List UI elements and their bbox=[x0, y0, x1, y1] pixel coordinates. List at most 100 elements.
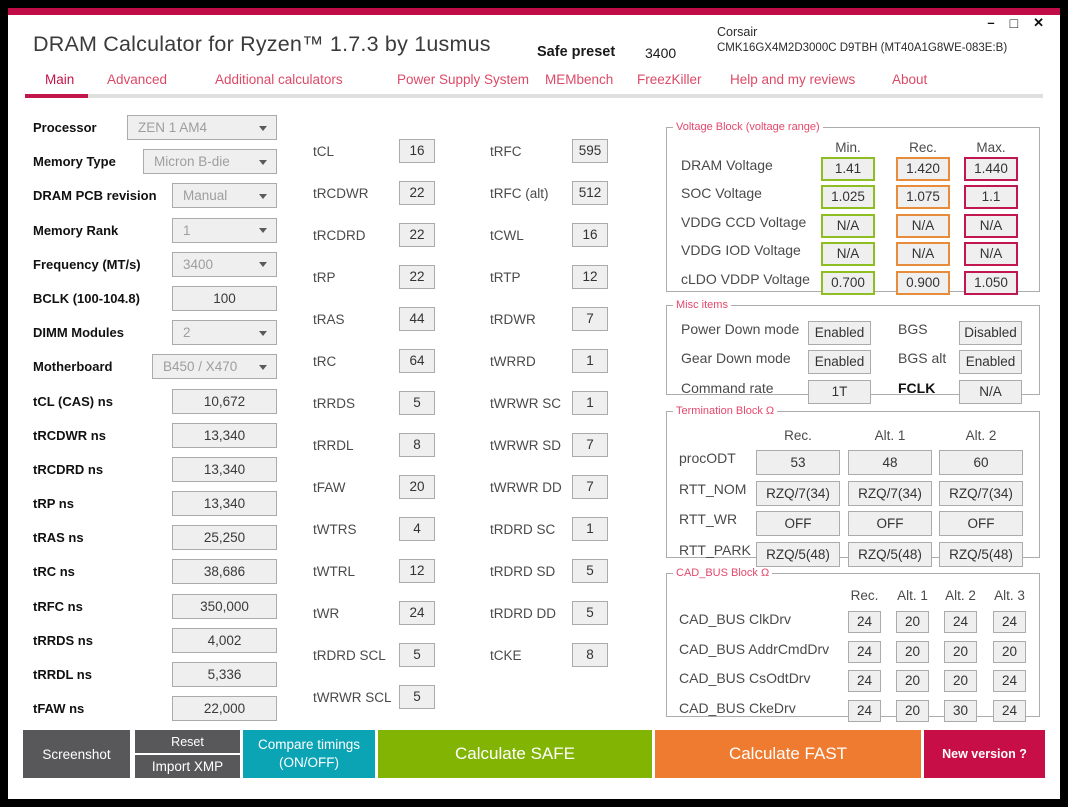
tcwl-input[interactable]: 16 bbox=[572, 223, 608, 247]
twrrd-input[interactable]: 1 bbox=[572, 349, 608, 373]
clkdrv-alt2[interactable]: 24 bbox=[944, 611, 977, 633]
tcke-input[interactable]: 8 bbox=[572, 643, 608, 667]
reset-button[interactable]: Reset bbox=[135, 730, 240, 753]
rtt-wr-rec[interactable]: OFF bbox=[756, 511, 840, 536]
import-xmp-button[interactable]: Import XMP bbox=[135, 755, 240, 778]
procodt-rec[interactable]: 53 bbox=[756, 450, 840, 475]
maximize-icon[interactable]: □ bbox=[1010, 14, 1018, 32]
rtt-nom-alt2[interactable]: RZQ/7(34) bbox=[939, 481, 1023, 506]
rtt-park-alt2[interactable]: RZQ/5(48) bbox=[939, 542, 1023, 567]
rtt-nom-alt1[interactable]: RZQ/7(34) bbox=[848, 481, 932, 506]
addrcmddrv-rec[interactable]: 24 bbox=[848, 641, 881, 663]
tcl-input[interactable]: 16 bbox=[399, 139, 435, 163]
dimm-modules-select[interactable]: 2 bbox=[172, 320, 277, 346]
dram-voltage-rec[interactable]: 1.420 bbox=[896, 157, 950, 181]
cldo-vddp-min[interactable]: 0.700 bbox=[821, 271, 875, 295]
tab-membench[interactable]: MEMbench bbox=[545, 72, 613, 87]
tcl-ns-input[interactable]: 10,672 bbox=[172, 388, 277, 414]
csodtdrv-rec[interactable]: 24 bbox=[848, 670, 881, 692]
trc-ns-input[interactable]: 38,686 bbox=[172, 559, 277, 585]
addrcmddrv-alt1[interactable]: 20 bbox=[896, 641, 929, 663]
screenshot-button[interactable]: Screenshot bbox=[23, 730, 130, 778]
twtrs-input[interactable]: 4 bbox=[399, 517, 435, 541]
compare-timings-button[interactable]: Compare timings (ON/OFF) bbox=[243, 730, 375, 778]
twr-input[interactable]: 24 bbox=[399, 601, 435, 625]
twrwr-sc-input[interactable]: 1 bbox=[572, 391, 608, 415]
calculate-fast-button[interactable]: Calculate FAST bbox=[655, 730, 921, 778]
trcdrd-ns-input[interactable]: 13,340 bbox=[172, 456, 277, 482]
memory-rank-select[interactable]: 1 bbox=[172, 217, 277, 243]
trtp-input[interactable]: 12 bbox=[572, 265, 608, 289]
cldo-vddp-rec[interactable]: 0.900 bbox=[896, 271, 950, 295]
tab-additional-calculators[interactable]: Additional calculators bbox=[215, 72, 343, 87]
trrds-input[interactable]: 5 bbox=[399, 391, 435, 415]
vddg-ccd-max[interactable]: N/A bbox=[964, 214, 1018, 238]
trfc-alt-input[interactable]: 512 bbox=[572, 181, 608, 205]
trcdwr-ns-input[interactable]: 13,340 bbox=[172, 422, 277, 448]
frequency-select[interactable]: 3400 bbox=[172, 251, 277, 277]
tab-main[interactable]: Main bbox=[45, 72, 74, 87]
tab-help-and-reviews[interactable]: Help and my reviews bbox=[730, 72, 855, 87]
trdrd-dd-input[interactable]: 5 bbox=[572, 601, 608, 625]
ckedrv-alt1[interactable]: 20 bbox=[896, 700, 929, 722]
minimize-icon[interactable]: – bbox=[987, 14, 994, 32]
trdrd-sc-input[interactable]: 1 bbox=[572, 517, 608, 541]
tras-input[interactable]: 44 bbox=[399, 307, 435, 331]
vddg-ccd-rec[interactable]: N/A bbox=[896, 214, 950, 238]
trp-input[interactable]: 22 bbox=[399, 265, 435, 289]
memory-type-select[interactable]: Micron B-die bbox=[143, 149, 277, 175]
tab-freezkiller[interactable]: FreezKiller bbox=[637, 72, 702, 87]
soc-voltage-max[interactable]: 1.1 bbox=[964, 185, 1018, 209]
trp-ns-input[interactable]: 13,340 bbox=[172, 491, 277, 517]
twrwr-scl-input[interactable]: 5 bbox=[399, 685, 435, 709]
tab-about[interactable]: About bbox=[892, 72, 927, 87]
dram-voltage-max[interactable]: 1.440 bbox=[964, 157, 1018, 181]
dram-voltage-min[interactable]: 1.41 bbox=[821, 157, 875, 181]
calculate-safe-button[interactable]: Calculate SAFE bbox=[378, 730, 652, 778]
fclk-value[interactable]: N/A bbox=[959, 380, 1022, 404]
vddg-iod-max[interactable]: N/A bbox=[964, 242, 1018, 266]
bclk-input[interactable]: 100 bbox=[172, 285, 277, 311]
tras-ns-input[interactable]: 25,250 bbox=[172, 525, 277, 551]
tab-advanced[interactable]: Advanced bbox=[107, 72, 167, 87]
csodtdrv-alt2[interactable]: 20 bbox=[944, 670, 977, 692]
bgs-alt-value[interactable]: Enabled bbox=[959, 350, 1022, 374]
addrcmddrv-alt3[interactable]: 20 bbox=[993, 641, 1026, 663]
tab-power-supply-system[interactable]: Power Supply System bbox=[397, 72, 529, 87]
pcb-revision-select[interactable]: Manual bbox=[172, 183, 277, 209]
twrwr-dd-input[interactable]: 7 bbox=[572, 475, 608, 499]
clkdrv-rec[interactable]: 24 bbox=[848, 611, 881, 633]
trfc-ns-input[interactable]: 350,000 bbox=[172, 593, 277, 619]
tfaw-ns-input[interactable]: 22,000 bbox=[172, 696, 277, 722]
power-down-mode-value[interactable]: Enabled bbox=[808, 321, 871, 345]
soc-voltage-rec[interactable]: 1.075 bbox=[896, 185, 950, 209]
bgs-value[interactable]: Disabled bbox=[959, 321, 1022, 345]
twrwr-sd-input[interactable]: 7 bbox=[572, 433, 608, 457]
procodt-alt1[interactable]: 48 bbox=[848, 450, 932, 475]
tfaw-input[interactable]: 20 bbox=[399, 475, 435, 499]
trdrd-sd-input[interactable]: 5 bbox=[572, 559, 608, 583]
rtt-wr-alt2[interactable]: OFF bbox=[939, 511, 1023, 536]
command-rate-value[interactable]: 1T bbox=[808, 380, 871, 404]
addrcmddrv-alt2[interactable]: 20 bbox=[944, 641, 977, 663]
gear-down-mode-value[interactable]: Enabled bbox=[808, 350, 871, 374]
clkdrv-alt3[interactable]: 24 bbox=[993, 611, 1026, 633]
csodtdrv-alt1[interactable]: 20 bbox=[896, 670, 929, 692]
motherboard-select[interactable]: B450 / X470 bbox=[152, 354, 277, 380]
vddg-iod-min[interactable]: N/A bbox=[821, 242, 875, 266]
close-icon[interactable]: ✕ bbox=[1033, 14, 1044, 32]
trcdrd-input[interactable]: 22 bbox=[399, 223, 435, 247]
twtrl-input[interactable]: 12 bbox=[399, 559, 435, 583]
trfc-input[interactable]: 595 bbox=[572, 139, 608, 163]
ckedrv-rec[interactable]: 24 bbox=[848, 700, 881, 722]
clkdrv-alt1[interactable]: 20 bbox=[896, 611, 929, 633]
rtt-wr-alt1[interactable]: OFF bbox=[848, 511, 932, 536]
procodt-alt2[interactable]: 60 bbox=[939, 450, 1023, 475]
trc-input[interactable]: 64 bbox=[399, 349, 435, 373]
trrds-ns-input[interactable]: 4,002 bbox=[172, 627, 277, 653]
trdwr-input[interactable]: 7 bbox=[572, 307, 608, 331]
rtt-nom-rec[interactable]: RZQ/7(34) bbox=[756, 481, 840, 506]
trrdl-input[interactable]: 8 bbox=[399, 433, 435, 457]
ckedrv-alt2[interactable]: 30 bbox=[944, 700, 977, 722]
trdrd-scl-input[interactable]: 5 bbox=[399, 643, 435, 667]
